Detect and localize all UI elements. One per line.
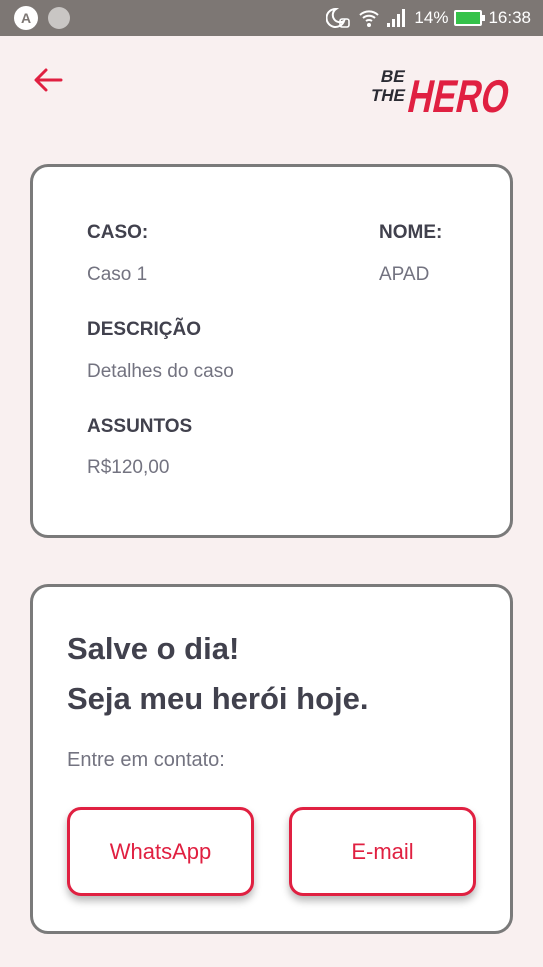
status-bar: A 14% 16:38 xyxy=(0,0,543,36)
description-label: DESCRIÇÃO xyxy=(87,319,202,340)
contact-description: Entre em contato: xyxy=(67,749,225,771)
battery-icon xyxy=(454,10,486,26)
email-button[interactable]: E-mail xyxy=(289,807,476,896)
contact-title-line2: Seja meu herói hoje. xyxy=(67,681,369,716)
description-value: Detalhes do caso xyxy=(87,361,234,382)
app-badge-icon: A xyxy=(14,6,38,30)
clock: 16:38 xyxy=(488,8,531,27)
back-button[interactable] xyxy=(30,62,66,98)
name-value: APAD xyxy=(379,264,430,285)
logo-the: THE xyxy=(369,85,407,105)
battery-percent: 14% xyxy=(414,8,449,27)
name-label: NOME: xyxy=(379,222,443,243)
logo-be: BE xyxy=(379,66,407,86)
wifi-icon xyxy=(358,7,380,29)
case-value: Caso 1 xyxy=(87,264,148,285)
logo-hero: HERO xyxy=(404,70,515,121)
moon-alarm-icon xyxy=(326,7,352,29)
whatsapp-button[interactable]: WhatsApp xyxy=(67,807,254,896)
incident-details-card: CASO: Caso 1 NOME: APAD DESCRIÇÃO Detalh… xyxy=(30,164,513,538)
be-the-hero-logo: BE THE HERO xyxy=(369,66,515,122)
signal-icon xyxy=(386,8,408,28)
contact-card: Salve o dia! Seja meu herói hoje. Entre … xyxy=(30,584,513,934)
subjects-label: ASSUNTOS xyxy=(87,416,193,437)
case-label: CASO: xyxy=(87,222,149,243)
arrow-left-icon xyxy=(34,68,63,92)
subjects-value: R$120,00 xyxy=(87,457,170,478)
contact-title-line1: Salve o dia! xyxy=(67,631,240,666)
notification-dot-icon xyxy=(48,7,70,29)
